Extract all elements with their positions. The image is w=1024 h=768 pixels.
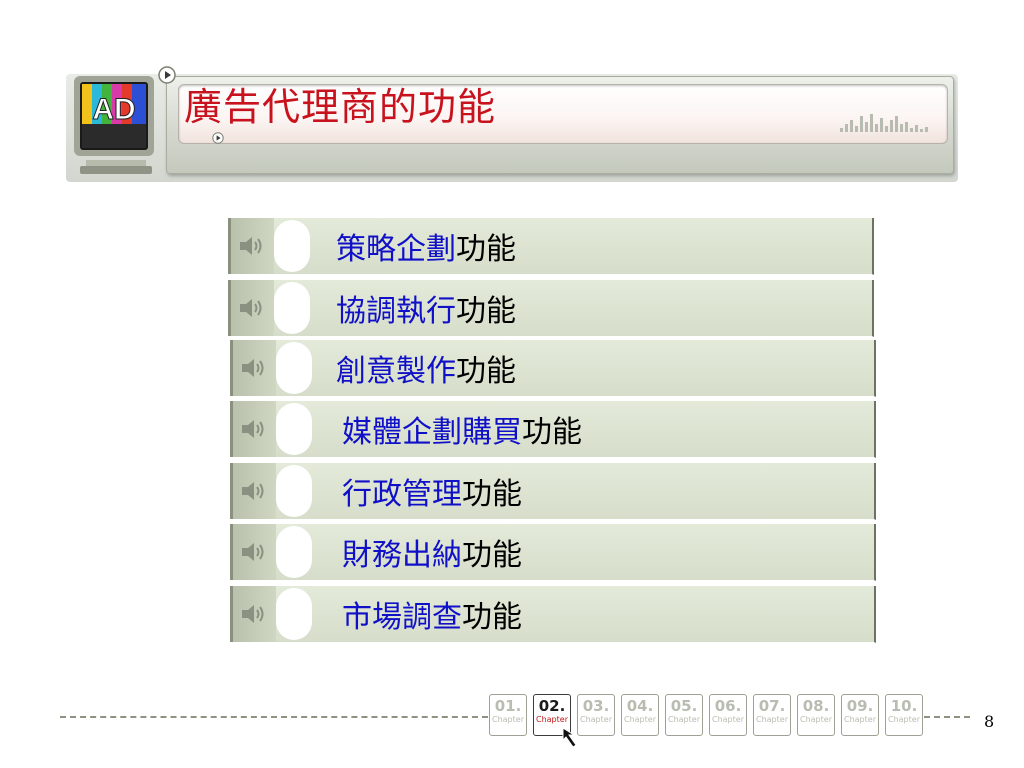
chapter-label: Chapter [844, 715, 876, 724]
chapter-label: Chapter [888, 715, 920, 724]
row-bubble [276, 342, 312, 394]
equalizer-icon [840, 114, 928, 132]
chapter-button-09[interactable]: 09. Chapter [841, 694, 879, 736]
function-suffix: 功能 [462, 538, 522, 573]
chapter-label: Chapter [580, 715, 612, 724]
row-bubble [274, 220, 310, 272]
chapter-button-01[interactable]: 01. Chapter [489, 694, 527, 736]
speaker-icon[interactable] [239, 479, 269, 503]
function-suffix: 功能 [456, 294, 516, 329]
row-bubble [276, 526, 312, 578]
slide: 廣告代理商的功能 AD 策略企劃 功能 協調執行 功能 創意製作 功能 媒體企劃… [0, 0, 1024, 768]
function-row[interactable]: 市場調查 功能 [230, 586, 876, 643]
title-banner: 廣告代理商的功能 AD [66, 66, 958, 190]
chapter-button-04[interactable]: 04. Chapter [621, 694, 659, 736]
speaker-icon[interactable] [239, 356, 269, 380]
function-label: 策略企劃 功能 [336, 218, 516, 274]
function-suffix: 功能 [462, 477, 522, 512]
chapter-button-10[interactable]: 10. Chapter [885, 694, 923, 736]
chapter-label: Chapter [668, 715, 700, 724]
row-icon-strip [230, 586, 276, 642]
function-highlight: 行政管理 [342, 477, 462, 512]
row-icon-strip [230, 524, 276, 580]
nav-divider-right [924, 716, 970, 718]
row-icon-strip [230, 340, 276, 396]
function-suffix: 功能 [456, 354, 516, 389]
chapter-number: 07. [758, 697, 786, 715]
chapter-number: 04. [626, 697, 654, 715]
row-icon-strip [230, 463, 276, 519]
function-label: 創意製作 功能 [336, 340, 516, 396]
function-label: 市場調查 功能 [342, 586, 522, 642]
row-icon-strip [230, 401, 276, 457]
chapter-number: 03. [582, 697, 610, 715]
function-row[interactable]: 策略企劃 功能 [228, 218, 874, 275]
function-suffix: 功能 [462, 600, 522, 635]
nav-divider-left [60, 716, 488, 718]
chapter-button-05[interactable]: 05. Chapter [665, 694, 703, 736]
slide-title: 廣告代理商的功能 [184, 85, 497, 129]
chapter-number: 09. [846, 697, 874, 715]
function-highlight: 財務出納 [342, 538, 462, 573]
row-bubble [274, 282, 310, 334]
row-icon-strip [228, 218, 274, 274]
chapter-label: Chapter [800, 715, 832, 724]
logo-stand [80, 160, 152, 174]
chapter-number: 02. [538, 697, 566, 715]
speaker-icon[interactable] [239, 417, 269, 441]
function-suffix: 功能 [456, 232, 516, 267]
speaker-icon[interactable] [237, 296, 267, 320]
function-label: 行政管理 功能 [342, 463, 522, 519]
svg-text:AD: AD [92, 93, 135, 126]
speaker-icon[interactable] [239, 602, 269, 626]
function-row[interactable]: 財務出納 功能 [230, 524, 876, 581]
function-suffix: 功能 [522, 415, 582, 450]
play-icon [158, 66, 176, 84]
chapter-label: Chapter [712, 715, 744, 724]
function-row[interactable]: 行政管理 功能 [230, 463, 876, 520]
speaker-icon[interactable] [239, 540, 269, 564]
chapter-button-07[interactable]: 07. Chapter [753, 694, 791, 736]
page-number: 8 [984, 712, 995, 731]
function-highlight: 市場調查 [342, 600, 462, 635]
chapter-label: Chapter [624, 715, 656, 724]
small-play-icon [212, 132, 224, 144]
chapter-number: 05. [670, 697, 698, 715]
chapter-number: 08. [802, 697, 830, 715]
row-bubble [276, 465, 312, 517]
speaker-icon[interactable] [237, 234, 267, 258]
function-highlight: 協調執行 [336, 294, 456, 329]
function-row[interactable]: 媒體企劃購買 功能 [230, 401, 876, 458]
chapter-label: Chapter [492, 715, 524, 724]
cursor-arrow-icon [562, 727, 577, 748]
function-highlight: 策略企劃 [336, 232, 456, 267]
function-row[interactable]: 創意製作 功能 [230, 340, 876, 397]
ad-logo: AD [74, 76, 154, 156]
row-bubble [276, 588, 312, 640]
chapter-label: Chapter [536, 715, 568, 724]
chapter-number: 06. [714, 697, 742, 715]
function-highlight: 創意製作 [336, 354, 456, 389]
function-highlight: 媒體企劃購買 [342, 415, 522, 450]
chapter-label: Chapter [756, 715, 788, 724]
chapter-button-08[interactable]: 08. Chapter [797, 694, 835, 736]
function-row[interactable]: 協調執行 功能 [228, 280, 874, 337]
chapter-number: 10. [890, 697, 918, 715]
row-icon-strip [228, 280, 274, 336]
chapter-number: 01. [494, 697, 522, 715]
function-label: 財務出納 功能 [342, 524, 522, 580]
function-label: 媒體企劃購買 功能 [342, 401, 582, 457]
chapter-button-06[interactable]: 06. Chapter [709, 694, 747, 736]
function-label: 協調執行 功能 [336, 280, 516, 336]
row-bubble [276, 403, 312, 455]
